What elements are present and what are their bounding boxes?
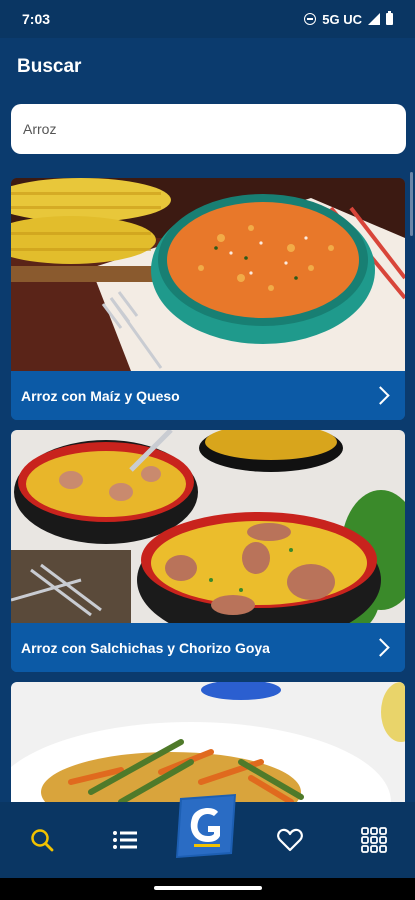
nav-search[interactable] xyxy=(22,820,62,860)
recipe-card-footer[interactable]: Arroz con Maíz y Queso xyxy=(11,371,405,420)
list-icon xyxy=(113,831,137,849)
scrollbar[interactable] xyxy=(410,172,413,236)
search-input[interactable]: Arroz xyxy=(11,104,406,154)
home-indicator[interactable] xyxy=(154,886,262,890)
nav-list[interactable] xyxy=(105,820,145,860)
nav-favorites[interactable] xyxy=(270,820,310,860)
recipe-title: Arroz con Maíz y Queso xyxy=(21,387,180,404)
chevron-right-icon xyxy=(371,386,390,405)
nav-more[interactable] xyxy=(354,820,394,860)
goya-logo-icon xyxy=(176,794,236,858)
status-bar: 7:03 5G UC xyxy=(0,0,415,38)
do-not-disturb-icon xyxy=(304,13,317,25)
recipe-image xyxy=(11,682,405,802)
heart-icon xyxy=(277,828,303,852)
recipe-card[interactable]: Arroz con Salchichas y Chorizo Goya xyxy=(11,430,405,672)
recipe-card-footer[interactable]: Arroz con Salchichas y Chorizo Goya xyxy=(11,623,405,672)
recipe-list[interactable]: Arroz con Maíz y Queso Arroz con Salchic… xyxy=(0,178,415,802)
chevron-right-icon xyxy=(371,638,390,657)
gesture-bar xyxy=(0,878,415,900)
status-icons: 5G UC xyxy=(304,11,393,27)
search-input-value: Arroz xyxy=(23,121,57,137)
network-label: 5G UC xyxy=(322,11,362,27)
recipe-image xyxy=(11,178,405,371)
search-icon xyxy=(31,829,54,852)
grid-icon xyxy=(361,827,387,853)
signal-icon xyxy=(368,13,380,25)
recipe-card[interactable] xyxy=(11,682,405,802)
recipe-card[interactable]: Arroz con Maíz y Queso xyxy=(11,178,405,420)
bottom-nav xyxy=(0,794,415,878)
recipe-image xyxy=(11,430,405,623)
status-time: 7:03 xyxy=(22,11,51,27)
recipe-title: Arroz con Salchichas y Chorizo Goya xyxy=(21,639,270,656)
page-title: Buscar xyxy=(17,56,82,77)
battery-icon xyxy=(386,11,393,25)
goya-logo-button[interactable] xyxy=(174,794,240,860)
